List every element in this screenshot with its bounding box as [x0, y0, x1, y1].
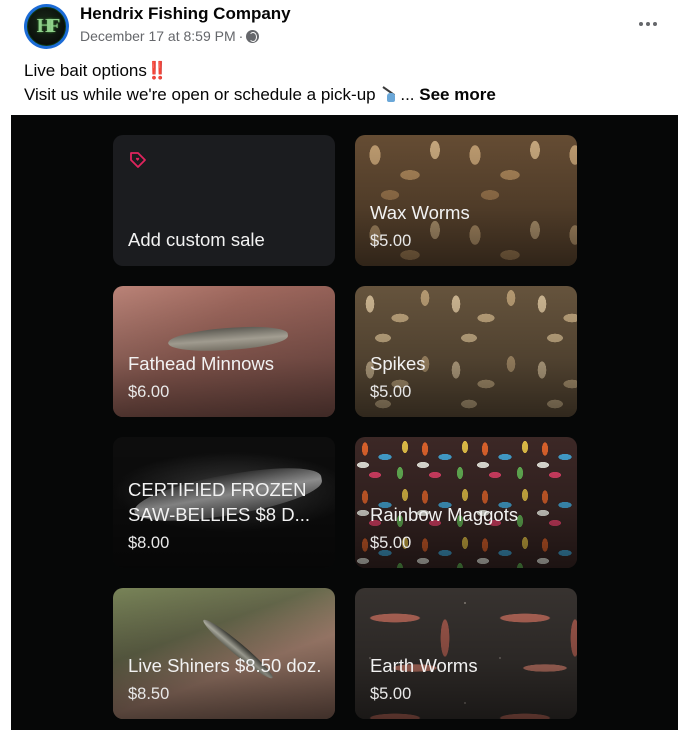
page-name-link[interactable]: Hendrix Fishing Company	[80, 4, 291, 24]
product-tile-fathead-minnows[interactable]: Fathead Minnows $6.00	[113, 286, 335, 417]
globe-icon[interactable]	[246, 29, 260, 43]
product-tile-wax-worms[interactable]: Wax Worms $5.00	[355, 135, 577, 266]
double-exclamation-emoji: ‼️	[146, 61, 168, 80]
product-name: Earth Worms	[370, 655, 478, 676]
tag-heart-icon	[130, 152, 146, 168]
product-name: Fathead Minnows	[128, 353, 275, 374]
post-meta: December 17 at 8:59 PM ·	[80, 28, 260, 44]
more-options-icon	[646, 22, 650, 26]
caption-text-1: Live bait options	[24, 61, 147, 80]
post-timestamp[interactable]: December 17 at 8:59 PM	[80, 28, 236, 44]
more-options-button[interactable]	[632, 10, 664, 38]
product-name: CERTIFIED FROZEN SAW-BELLIES $8 D...	[128, 479, 310, 525]
product-price: $5.00	[370, 534, 412, 552]
page-avatar[interactable]: HF	[24, 4, 69, 49]
person-fishing-emoji	[381, 85, 399, 103]
caption-ellipsis: ...	[400, 85, 415, 104]
product-price: $8.00	[128, 534, 170, 552]
facebook-post: HF Hendrix Fishing Company December 17 a…	[0, 0, 678, 730]
see-more-link[interactable]: See more	[419, 85, 496, 104]
product-name: Rainbow Maggots	[370, 504, 519, 525]
avatar-letters: HF	[36, 15, 61, 37]
product-price: $5.00	[370, 232, 412, 250]
product-name: Spikes	[370, 353, 426, 374]
product-price: $5.00	[370, 383, 412, 401]
more-options-icon	[639, 22, 643, 26]
caption-text-2: Visit us while we're open or schedule a …	[24, 85, 376, 104]
product-tile-rainbow-maggots[interactable]: Rainbow Maggots $5.00	[355, 437, 577, 568]
product-name: Live Shiners $8.50 doz.	[128, 655, 322, 676]
more-options-icon	[653, 22, 657, 26]
product-price: $6.00	[128, 383, 170, 401]
custom-sale-label: Add custom sale	[128, 229, 265, 250]
product-tile-earth-worms[interactable]: Earth Worms $5.00	[355, 588, 577, 719]
post-caption: Live bait options‼️ Visit us while we're…	[24, 59, 496, 107]
page-logo: HF	[27, 7, 66, 46]
product-price: $8.50	[128, 685, 170, 703]
product-tile-frozen-saw-bellies[interactable]: CERTIFIED FROZEN SAW-BELLIES $8 D... $8.…	[113, 437, 335, 568]
add-custom-sale-tile[interactable]: Add custom sale	[113, 135, 335, 266]
caption-line-2: Visit us while we're open or schedule a …	[24, 83, 496, 107]
product-tile-live-shiners[interactable]: Live Shiners $8.50 doz. $8.50	[113, 588, 335, 719]
post-header: HF Hendrix Fishing Company December 17 a…	[0, 0, 678, 56]
meta-separator: ·	[238, 28, 244, 44]
post-image[interactable]: Add custom sale Wax Worms $5.00 Fathead …	[11, 115, 678, 730]
product-name: Wax Worms	[370, 202, 470, 223]
product-price: $5.00	[370, 685, 412, 703]
caption-line-1: Live bait options‼️	[24, 59, 496, 83]
product-tile-spikes[interactable]: Spikes $5.00	[355, 286, 577, 417]
